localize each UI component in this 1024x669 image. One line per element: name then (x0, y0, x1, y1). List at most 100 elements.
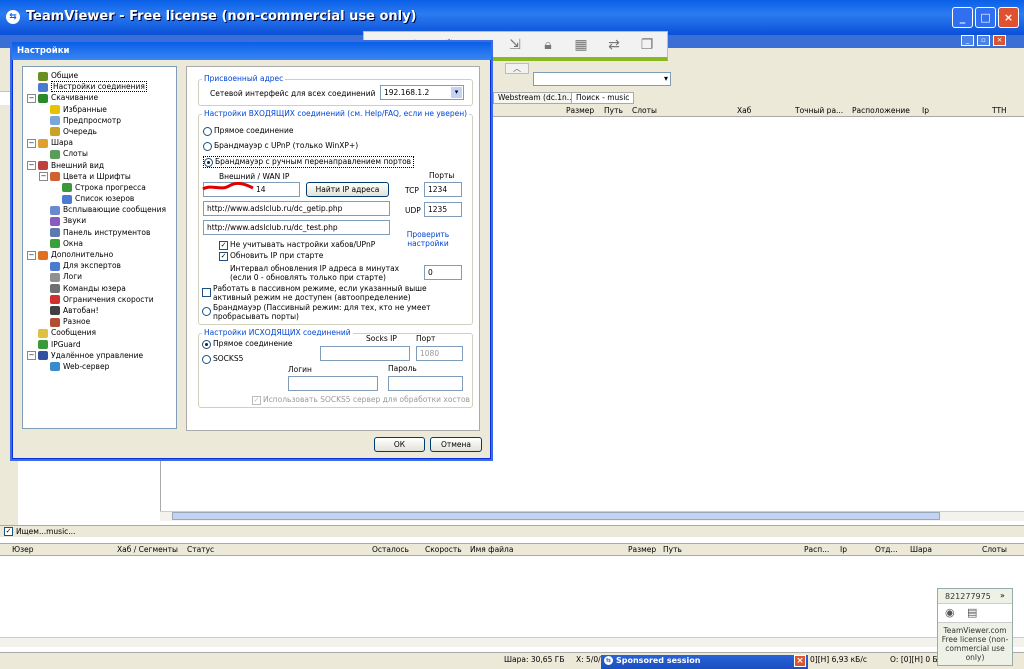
tree-item[interactable]: Общие (27, 70, 176, 81)
tcol-upload[interactable]: Отд... (875, 545, 898, 554)
tree-item[interactable]: Окна (27, 238, 176, 249)
ignore-hubs-checkbox[interactable]: ✓ Не учитывать настройки хабов/UPnP (219, 240, 375, 250)
interface-select[interactable]: 192.168.1.2 ▾ (380, 85, 464, 100)
tree-item[interactable]: Избранные (27, 104, 176, 115)
tcol-speed[interactable]: Скорость (425, 545, 462, 554)
interval-input[interactable]: 0 (424, 265, 462, 280)
tree-item[interactable]: − Дополнительно (27, 249, 176, 260)
use-socks-checkbox[interactable]: ✓ Использовать SOCKS5 сервер для обработк… (252, 395, 470, 405)
col-size[interactable]: Размер (566, 106, 594, 115)
tree-expander-icon[interactable]: − (27, 351, 36, 361)
transfers-hscrollbar[interactable] (0, 637, 1024, 647)
tree-item[interactable]: Список юзеров (27, 193, 176, 204)
col-hub[interactable]: Хаб (737, 106, 751, 115)
switch-sides-icon[interactable]: ⇄ (605, 36, 623, 54)
tv-panel-collapse-button[interactable]: » (1000, 591, 1005, 600)
tree-item[interactable]: − Внешний вид (27, 160, 176, 171)
socks-port-input[interactable]: 1080 (416, 346, 463, 361)
tcp-port-input[interactable]: 1234 (424, 182, 462, 197)
tree-expander-icon[interactable]: − (27, 138, 36, 148)
tree-item[interactable]: Сообщения (27, 327, 176, 338)
hub-combo[interactable]: ▾ (533, 72, 671, 86)
settings-tree[interactable]: Общие Настройки соединения − Скачивание Избр… (22, 66, 177, 429)
app-restore-button[interactable]: ▫ (977, 35, 990, 46)
radio-direct-outgoing[interactable]: Прямое соединение (202, 339, 292, 349)
tcol-hub-segments[interactable]: Хаб / Сегменты (117, 545, 178, 554)
tcol-path[interactable]: Путь (663, 545, 682, 554)
tree-expander-icon[interactable]: − (39, 172, 48, 182)
windows-icon[interactable]: ▦ (572, 36, 590, 54)
tcol-status[interactable]: Статус (187, 545, 214, 554)
cancel-button[interactable]: Отмена (430, 437, 482, 452)
tree-item[interactable]: Ограничения скорости (27, 294, 176, 305)
tab-search-music[interactable]: Поиск - music (571, 92, 635, 104)
tv-toolbar-collapse-button[interactable]: ︿ (505, 63, 529, 74)
radio-passive-firewall[interactable]: Брандмауэр (Пассивный режим: для тех, кт… (202, 303, 464, 321)
check-settings-link[interactable]: Проверить настройки (404, 230, 452, 248)
minimize-button[interactable]: _ (952, 7, 973, 28)
col-location[interactable]: Расположение (852, 106, 910, 115)
tcol-slots[interactable]: Слоты (982, 545, 1007, 554)
app-minimize-button[interactable]: _ (961, 35, 974, 46)
tree-expander-icon[interactable]: − (27, 161, 36, 170)
tab-webstream[interactable]: Webstream (dc.1n... (493, 92, 579, 104)
tree-item[interactable]: Слоты (27, 148, 176, 159)
tree-item[interactable]: − Удалённое управление (27, 350, 176, 361)
tree-item[interactable]: IPGuard (27, 339, 176, 350)
getip-url-input[interactable]: http://www.adslclub.ru/dc_getip.php (203, 201, 390, 216)
login-input[interactable] (288, 376, 378, 391)
tv-record-icon[interactable]: ◉ (945, 606, 955, 619)
col-slots[interactable]: Слоты (632, 106, 657, 115)
tree-item[interactable]: Команды юзера (27, 283, 176, 294)
update-ip-checkbox[interactable]: ✓ Обновить IP при старте (219, 251, 323, 261)
col-exact-size[interactable]: Точный ра... (795, 106, 843, 115)
tcol-ip[interactable]: Ip (840, 545, 847, 554)
test-url-input[interactable]: http://www.adslclub.ru/dc_test.php (203, 220, 390, 235)
find-ip-button[interactable]: Найти IP адреса (306, 182, 389, 197)
radio-upnp[interactable]: Брандмауэр с UPnP (только WinXP+) (203, 141, 358, 151)
tree-item[interactable]: Всплывающие сообщения (27, 204, 176, 215)
chevron-down-icon[interactable]: ▾ (451, 87, 462, 98)
fullscreen-icon[interactable]: ❐ (638, 36, 656, 54)
passive-checkbox[interactable]: Работать в пассивном режиме, если указан… (202, 284, 464, 302)
col-path[interactable]: Путь (604, 106, 623, 115)
tcol-share[interactable]: Шара (910, 545, 932, 554)
transfer-icon[interactable]: ⇲ (506, 36, 524, 54)
tcol-filename[interactable]: Имя файла (470, 545, 513, 554)
search-checkbox[interactable]: ✓ (4, 527, 13, 536)
radio-direct-incoming[interactable]: Прямое соединение (203, 126, 293, 136)
tcol-ratio[interactable]: Расп... (804, 545, 829, 554)
tree-item[interactable]: Предпросмотр (27, 115, 176, 126)
tree-item[interactable]: − Цвета и Шрифты (27, 171, 176, 182)
tree-expander-icon[interactable]: − (27, 250, 36, 260)
tree-item[interactable]: Логи (27, 271, 176, 282)
tree-item[interactable]: Очередь (27, 126, 176, 137)
sponsored-session-bar[interactable]: ⇆ Sponsored session × (601, 655, 808, 669)
tree-item[interactable]: Звуки (27, 215, 176, 226)
tcol-size[interactable]: Размер (628, 545, 656, 554)
tree-item[interactable]: Настройки соединения (27, 81, 176, 93)
tree-item[interactable]: Разное (27, 316, 176, 327)
password-input[interactable] (388, 376, 463, 391)
results-hscroll-thumb[interactable] (172, 512, 940, 520)
radio-socks5[interactable]: SOCKS5 (202, 354, 243, 364)
tree-item[interactable]: Web-сервер (27, 361, 176, 372)
ok-button[interactable]: ОК (374, 437, 425, 452)
col-tth[interactable]: TTH (992, 106, 1007, 115)
tree-expander-icon[interactable]: − (27, 93, 36, 103)
udp-port-input[interactable]: 1235 (424, 202, 462, 217)
radio-manual-ports[interactable]: Брандмауэр с ручным перенаправлением пор… (203, 156, 415, 168)
tree-item[interactable]: Автобан! (27, 305, 176, 316)
socks-ip-input[interactable] (320, 346, 410, 361)
lock-icon[interactable]: 🔒︎ (539, 36, 557, 54)
tree-item[interactable]: − Скачивание (27, 92, 176, 103)
tcol-user[interactable]: Юзер (12, 545, 33, 554)
tv-chat-icon[interactable]: ▤ (967, 606, 977, 619)
tree-item[interactable]: Панель инструментов (27, 227, 176, 238)
tree-item[interactable]: Строка прогресса (27, 182, 176, 193)
sponsored-close-button[interactable]: × (794, 655, 806, 667)
tree-item[interactable]: − Шара (27, 137, 176, 148)
tree-item[interactable]: Для экспертов (27, 260, 176, 271)
maximize-button[interactable]: □ (975, 7, 996, 28)
close-button[interactable]: × (998, 7, 1019, 28)
